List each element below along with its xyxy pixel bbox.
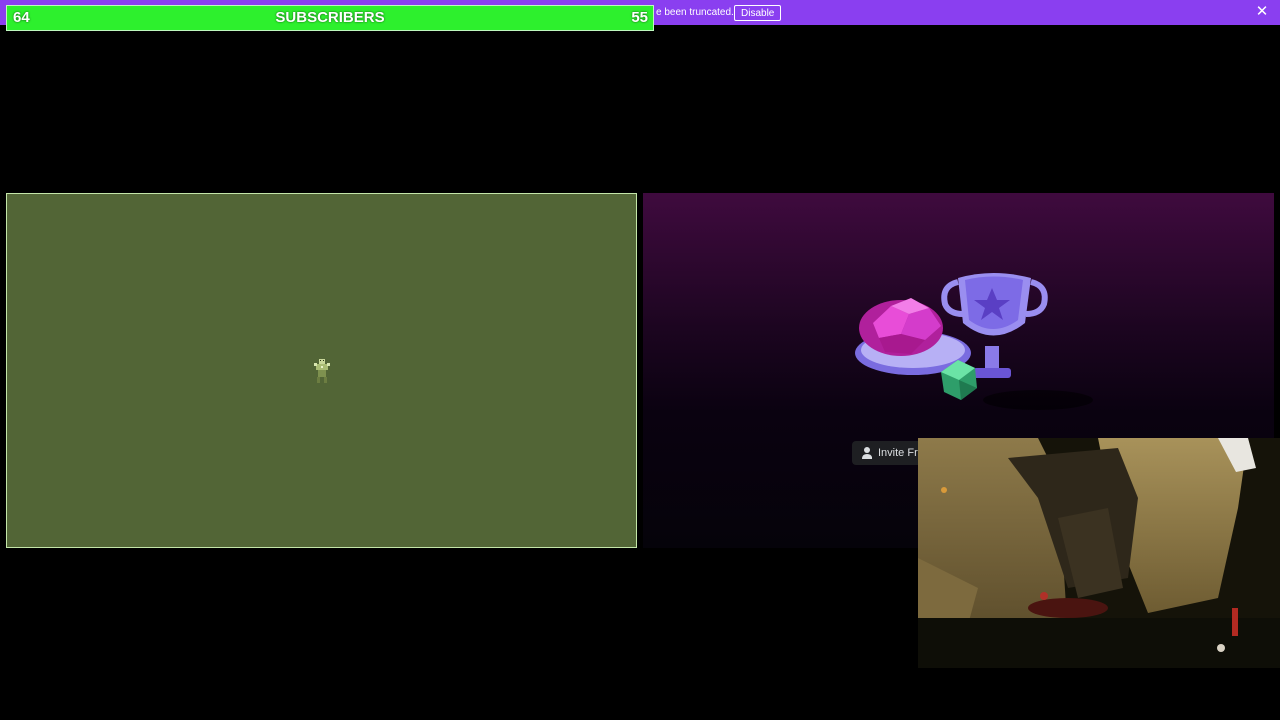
activity-trophy-illustration-icon [855, 273, 1093, 410]
subscriber-count-goal: 55 [631, 9, 648, 26]
close-icon[interactable]: ✕ [1254, 4, 1270, 20]
webcam-feed [918, 438, 1280, 668]
add-user-icon [862, 447, 872, 459]
subscriber-bar-title: SUBSCRIBERS [275, 9, 385, 26]
disable-button[interactable]: Disable [734, 5, 782, 21]
subscriber-goal-bar: 64 SUBSCRIBERS 55 [6, 5, 654, 31]
pixel-character-icon [314, 359, 330, 383]
game-stream-panel[interactable] [6, 193, 637, 548]
webcam-scene-image [918, 438, 1280, 668]
notice-text: e been truncated. [656, 7, 734, 18]
invite-friends-label: Invite Fri [878, 447, 921, 459]
